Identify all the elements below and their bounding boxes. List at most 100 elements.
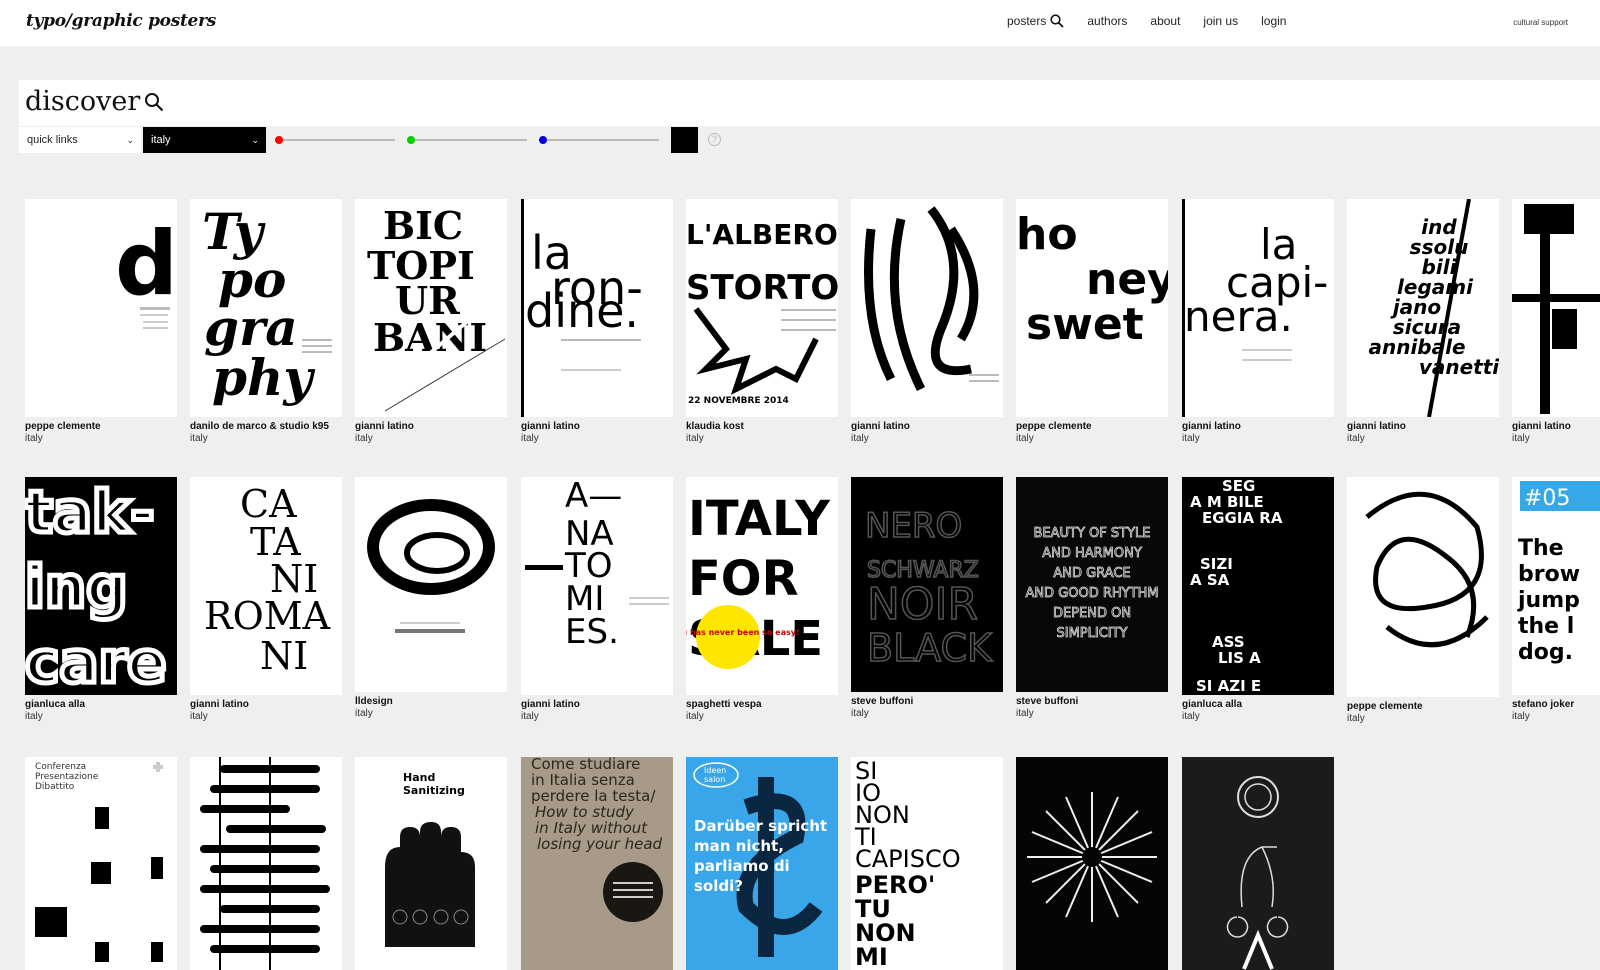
nav-join-us[interactable]: join us xyxy=(1203,14,1238,28)
poster-card[interactable]: Conferenza Presentazione Dibattito xyxy=(25,757,177,970)
poster-image[interactable]: Hand Sanitizing xyxy=(355,757,507,970)
poster-image[interactable]: SI IO NON TI CAPISCO PERO' TU NON MI xyxy=(851,757,1003,970)
poster-image[interactable]: L'ALBERO STORTO 22 NOVEMBRE 2014 xyxy=(686,199,838,417)
poster-image[interactable]: ind ssolu bili legami jano sicura annibale v… xyxy=(1347,199,1499,417)
poster-author[interactable]: peppe clemente xyxy=(25,421,177,432)
nav-login[interactable]: login xyxy=(1261,14,1286,28)
poster-image[interactable]: la capi-nera. xyxy=(1182,199,1334,417)
poster-card[interactable]: gianni latino italy xyxy=(851,199,1003,444)
nav-about[interactable]: about xyxy=(1150,14,1180,28)
poster-image[interactable] xyxy=(851,199,1003,417)
poster-image[interactable]: ITALYFORSALE buying has never been so ea… xyxy=(686,477,838,695)
color-swatch[interactable] xyxy=(671,127,698,153)
poster-author[interactable]: gianni latino xyxy=(521,699,673,710)
svg-text:STORTO: STORTO xyxy=(686,268,838,308)
poster-author[interactable]: gianluca alla xyxy=(1182,699,1334,710)
poster-card[interactable] xyxy=(190,757,342,970)
poster-author[interactable]: spaghetti vespa xyxy=(686,699,838,710)
poster-image[interactable]: ho ney swet xyxy=(1016,199,1168,417)
poster-image[interactable]: CA TA NI ROMA NI xyxy=(190,477,342,695)
poster-card[interactable]: ITALYFORSALE buying has never been so ea… xyxy=(686,477,838,722)
blue-slider[interactable] xyxy=(539,136,659,144)
poster-author[interactable]: klaudia kost xyxy=(686,421,838,432)
red-slider[interactable] xyxy=(275,136,395,144)
blue-slider-handle[interactable] xyxy=(539,136,547,144)
poster-image[interactable]: A— NA TO MI ES. xyxy=(521,477,673,695)
poster-author[interactable]: gianni latino xyxy=(1347,421,1499,432)
poster-image[interactable]: tak-ing care xyxy=(25,477,177,695)
poster-image[interactable] xyxy=(190,757,342,970)
poster-author[interactable]: lldesign xyxy=(355,696,507,707)
poster-card[interactable]: BEAUTY OF STYLE AND HARMONY AND GRACE AND … xyxy=(1016,477,1168,719)
search-icon[interactable] xyxy=(1050,14,1064,28)
cultural-support-link[interactable]: cultural support xyxy=(1513,18,1568,27)
svg-text:Presentazione: Presentazione xyxy=(35,772,99,782)
svg-text:L'ALBERO: L'ALBERO xyxy=(686,218,838,251)
poster-card[interactable]: d peppe clemente italy xyxy=(25,199,177,444)
poster-author[interactable]: gianni latino xyxy=(521,421,673,432)
poster-author[interactable]: gianni latino xyxy=(190,699,342,710)
poster-image[interactable] xyxy=(1016,757,1168,970)
poster-image[interactable] xyxy=(1182,757,1334,970)
poster-author[interactable]: gianni latino xyxy=(1512,421,1600,432)
poster-card[interactable]: lldesign italy xyxy=(355,477,507,719)
discover-search-icon[interactable] xyxy=(144,92,164,112)
poster-image[interactable]: Come studiare in Italia senza perdere la … xyxy=(521,757,673,970)
svg-text:AND GRACE: AND GRACE xyxy=(1053,566,1130,581)
poster-card[interactable]: la capi-nera. gianni latino italy xyxy=(1182,199,1334,444)
poster-card[interactable]: NERO SCHWARZ NOIR BLACK steve buffoni it… xyxy=(851,477,1003,719)
poster-card[interactable]: Come studiare in Italia senza perdere la … xyxy=(521,757,673,970)
poster-author[interactable]: gianni latino xyxy=(355,421,507,432)
poster-card[interactable]: Ty po gra phy danilo de marco & studio k95 … xyxy=(190,199,342,444)
site-logo[interactable]: typo/graphic posters xyxy=(26,11,216,31)
poster-author[interactable]: gianluca alla xyxy=(25,699,177,710)
poster-image[interactable]: d xyxy=(25,199,177,417)
poster-card[interactable]: Ideen salon Darüber spricht man nicht, pa… xyxy=(686,757,838,970)
poster-card[interactable]: tak-ing care gianluca alla italy xyxy=(25,477,177,722)
poster-card[interactable]: L'ALBERO STORTO 22 NOVEMBRE 2014 klaudia… xyxy=(686,199,838,444)
poster-image[interactable] xyxy=(355,477,507,692)
poster-image[interactable]: NERO SCHWARZ NOIR BLACK xyxy=(851,477,1003,692)
poster-card[interactable]: SI IO NON TI CAPISCO PERO' TU NON MI xyxy=(851,757,1003,970)
poster-card[interactable]: ho ney swet peppe clemente italy xyxy=(1016,199,1168,444)
country-select[interactable]: italy ⌄ xyxy=(143,127,266,153)
poster-author[interactable]: peppe clemente xyxy=(1347,701,1499,712)
poster-author[interactable]: gianni latino xyxy=(1182,421,1334,432)
poster-image[interactable]: Conferenza Presentazione Dibattito xyxy=(25,757,177,970)
poster-image[interactable]: #05 The brow jump the l dog. xyxy=(1512,477,1600,695)
poster-card[interactable]: Hand Sanitizing xyxy=(355,757,507,970)
help-icon[interactable]: ? xyxy=(708,133,721,146)
poster-card[interactable]: la ron-dine. gianni latino italy xyxy=(521,199,673,444)
poster-image[interactable]: Ty po gra phy xyxy=(190,199,342,417)
nav-authors[interactable]: authors xyxy=(1087,14,1127,28)
poster-card[interactable]: ind ssolu bili legami jano sicura annibale v… xyxy=(1347,199,1499,444)
poster-card[interactable]: A— NA TO MI ES. gianni latino italy xyxy=(521,477,673,722)
green-slider[interactable] xyxy=(407,136,527,144)
poster-card[interactable]: SEG A M BILE EGGIA RA SIZI A SA ASS LIS A SI… xyxy=(1182,477,1334,722)
poster-image[interactable] xyxy=(1347,477,1499,697)
poster-card[interactable]: #05 The brow jump the l dog. stefano joker… xyxy=(1512,477,1600,722)
poster-card[interactable]: gianni latino italy xyxy=(1512,199,1600,444)
svg-text:brow: brow xyxy=(1518,562,1580,587)
green-slider-handle[interactable] xyxy=(407,136,415,144)
poster-author[interactable]: danilo de marco & studio k95 xyxy=(190,421,342,432)
poster-card[interactable]: BIC TOPI UR BANI gianni latino italy xyxy=(355,199,507,444)
poster-card[interactable] xyxy=(1182,757,1334,970)
poster-author[interactable]: stefano joker xyxy=(1512,699,1600,710)
poster-author[interactable]: steve buffoni xyxy=(851,696,1003,707)
poster-card[interactable]: CA TA NI ROMA NI gianni latino italy xyxy=(190,477,342,722)
poster-author[interactable]: gianni latino xyxy=(851,421,1003,432)
poster-image[interactable]: BEAUTY OF STYLE AND HARMONY AND GRACE AND … xyxy=(1016,477,1168,692)
poster-image[interactable]: SEG A M BILE EGGIA RA SIZI A SA ASS LIS A SI… xyxy=(1182,477,1334,695)
poster-card[interactable] xyxy=(1016,757,1168,970)
poster-image[interactable]: BIC TOPI UR BANI xyxy=(355,199,507,417)
poster-image[interactable] xyxy=(1512,199,1600,417)
red-slider-handle[interactable] xyxy=(275,136,283,144)
poster-author[interactable]: steve buffoni xyxy=(1016,696,1168,707)
poster-author[interactable]: peppe clemente xyxy=(1016,421,1168,432)
quick-links-select[interactable]: quick links ⌄ xyxy=(19,127,141,153)
poster-image[interactable]: la ron-dine. xyxy=(521,199,673,417)
nav-posters[interactable]: posters xyxy=(1007,14,1064,28)
poster-image[interactable]: Ideen salon Darüber spricht man nicht, pa… xyxy=(686,757,838,970)
poster-card[interactable]: peppe clemente italy xyxy=(1347,477,1499,724)
